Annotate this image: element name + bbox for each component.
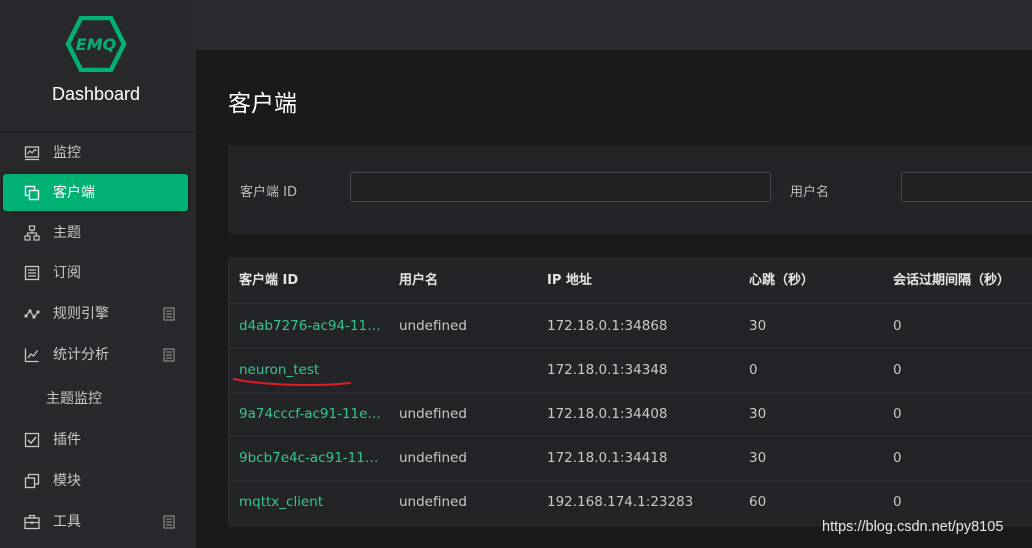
clients-icon — [24, 185, 40, 201]
clients-table: 客户端 ID 用户名 IP 地址 心跳（秒） 会话过期间隔（秒） d4ab727… — [228, 258, 1032, 526]
logo-text: EMQ — [76, 35, 117, 54]
keepalive-cell: 30 — [749, 450, 767, 466]
expand-icon — [163, 307, 175, 321]
username-cell: undefined — [399, 406, 467, 422]
sidebar-item-modules[interactable]: 模块 — [0, 462, 196, 500]
search-panel: 客户端 ID 用户名 — [228, 145, 1032, 234]
sidebar-item-plugins[interactable]: 插件 — [0, 421, 196, 459]
sidebar-item-monitor[interactable]: 监控 — [0, 134, 196, 172]
subscriptions-icon — [24, 265, 40, 281]
monitor-icon — [24, 146, 40, 161]
table-row: d4ab7276-ac94-11… undefined 172.18.0.1:3… — [229, 304, 1032, 349]
client-id-label: 客户端 ID — [240, 185, 297, 200]
expiry-cell: 0 — [893, 362, 902, 378]
rule-engine-icon — [24, 309, 40, 319]
keepalive-cell: 0 — [749, 362, 758, 378]
modules-icon — [24, 473, 40, 489]
client-id-link[interactable]: mqttx_client — [239, 480, 381, 524]
sidebar-item-label: 主题 — [53, 225, 81, 241]
sidebar-item-topics[interactable]: 主题 — [0, 214, 196, 252]
page-title: 客户端 — [228, 91, 297, 117]
ip-cell: 172.18.0.1:34418 — [547, 450, 668, 466]
username-input[interactable] — [901, 172, 1032, 202]
username-cell: undefined — [399, 494, 467, 510]
ip-cell: 192.168.174.1:23283 — [547, 494, 694, 510]
toolbox-icon — [24, 514, 40, 530]
sidebar-item-label: 订阅 — [53, 265, 81, 281]
client-id-link[interactable]: 9a74cccf-ac91-11e… — [239, 392, 381, 436]
sidebar-item-clients[interactable]: 客户端 — [3, 174, 188, 211]
sidebar-item-label: 工具 — [53, 514, 81, 530]
column-header-client-id[interactable]: 客户端 ID — [239, 259, 381, 303]
sidebar-item-label: 模块 — [53, 473, 81, 489]
sidebar-item-label: 规则引擎 — [53, 306, 109, 322]
keepalive-cell: 30 — [749, 318, 767, 334]
expiry-cell: 0 — [893, 450, 902, 466]
username-label: 用户名 — [790, 185, 830, 200]
ip-cell: 172.18.0.1:34868 — [547, 318, 668, 334]
expiry-cell: 0 — [893, 406, 902, 422]
sidebar-item-label: 客户端 — [53, 185, 95, 201]
ip-cell: 172.18.0.1:34408 — [547, 406, 668, 422]
client-id-link[interactable]: d4ab7276-ac94-11… — [239, 304, 381, 348]
column-header-expiry[interactable]: 会话过期间隔（秒） — [893, 259, 1032, 303]
sidebar-item-label: 统计分析 — [53, 347, 109, 363]
client-id-input[interactable] — [350, 172, 771, 202]
plugins-icon — [24, 432, 40, 448]
username-cell: undefined — [399, 450, 467, 466]
sidebar-item-label: 插件 — [53, 432, 81, 448]
emq-logo: EMQ — [65, 16, 127, 72]
brand: EMQ Dashboard — [0, 0, 196, 132]
app-title: Dashboard — [51, 84, 141, 104]
sidebar-item-rule-engine[interactable]: 规则引擎 — [0, 295, 196, 333]
table-row: mqttx_client undefined 192.168.174.1:232… — [229, 480, 1032, 524]
watermark: https://blog.csdn.net/py8105 — [822, 519, 1004, 535]
top-bar — [196, 0, 1032, 50]
column-header-username[interactable]: 用户名 — [399, 259, 529, 303]
expiry-cell: 0 — [893, 494, 902, 510]
sidebar-item-analysis[interactable]: 统计分析 — [0, 336, 196, 374]
column-header-ip[interactable]: IP 地址 — [547, 259, 727, 303]
ip-cell: 172.18.0.1:34348 — [547, 362, 668, 378]
expiry-cell: 0 — [893, 318, 902, 334]
keepalive-cell: 30 — [749, 406, 767, 422]
topics-icon — [24, 225, 40, 241]
sidebar-item-tools[interactable]: 工具 — [0, 503, 196, 541]
analysis-icon — [24, 348, 39, 363]
red-underline-annotation — [233, 378, 351, 387]
sidebar-subitem-topic-metrics[interactable]: 主题监控 — [46, 388, 102, 408]
keepalive-cell: 60 — [749, 494, 767, 510]
column-header-keepalive[interactable]: 心跳（秒） — [749, 259, 869, 303]
sidebar-item-label: 监控 — [53, 145, 81, 161]
table-row: 9bcb7e4c-ac91-11e… undefined 172.18.0.1:… — [229, 436, 1032, 481]
sidebar-item-subscriptions[interactable]: 订阅 — [0, 254, 196, 292]
expand-icon — [163, 515, 175, 529]
client-id-link[interactable]: 9bcb7e4c-ac91-11e… — [239, 436, 381, 480]
table-header: 客户端 ID 用户名 IP 地址 心跳（秒） 会话过期间隔（秒） — [229, 259, 1032, 304]
sidebar: EMQ Dashboard 监控 客户端 主题 订阅 规则引擎 统计分析 主题监… — [0, 0, 196, 548]
username-cell: undefined — [399, 318, 467, 334]
table-row: 9a74cccf-ac91-11e… undefined 172.18.0.1:… — [229, 392, 1032, 437]
expand-icon — [163, 348, 175, 362]
